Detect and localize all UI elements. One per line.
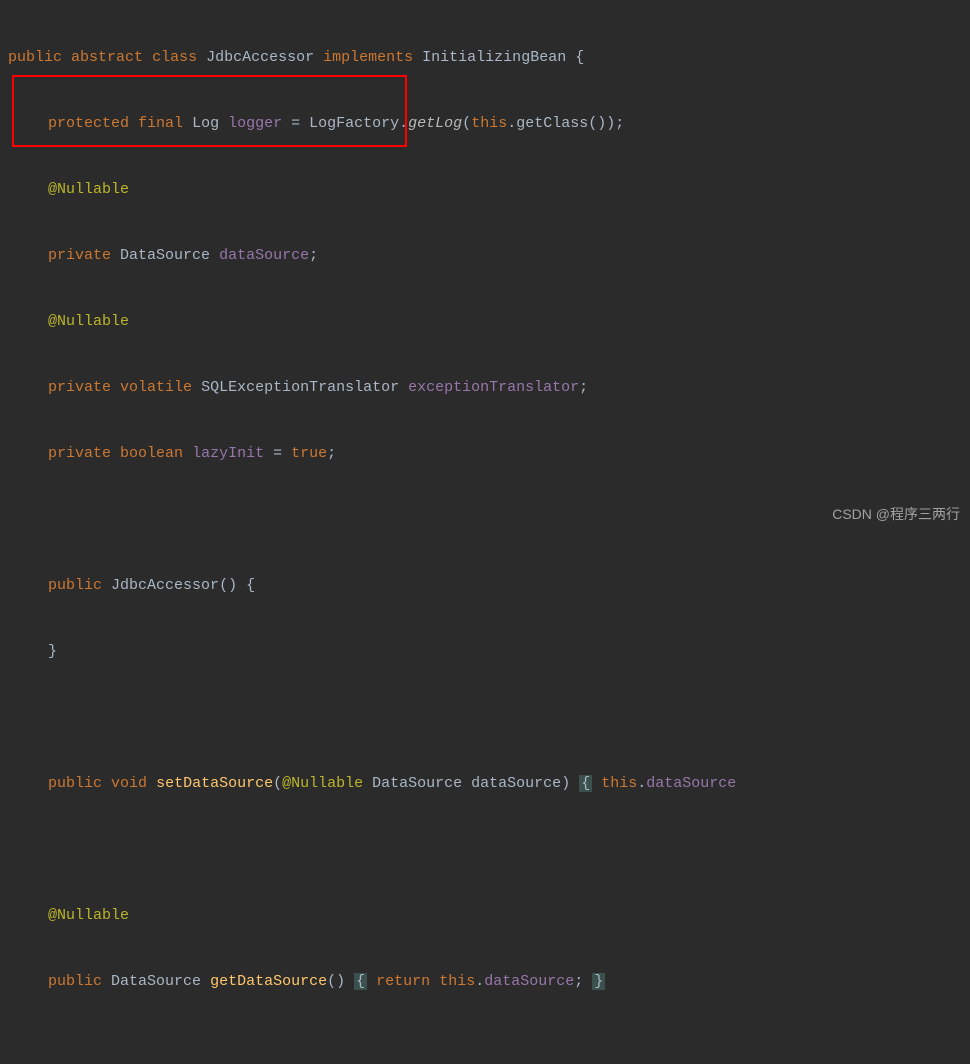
- parens: (): [327, 973, 345, 990]
- keyword-private: private: [48, 247, 111, 264]
- field-datasource: dataSource: [646, 775, 736, 792]
- paren: (: [462, 115, 471, 132]
- brace-highlighted: {: [354, 973, 367, 990]
- type-datasource: DataSource: [120, 247, 210, 264]
- method-getdatasource: getDataSource: [210, 973, 327, 990]
- code-line: protected final Log logger = LogFactory.…: [0, 107, 970, 140]
- keyword-class: class: [152, 49, 197, 66]
- type-log: Log: [192, 115, 219, 132]
- method-getclass: getClass: [516, 115, 588, 132]
- keyword-this: this: [601, 775, 637, 792]
- keyword-this: this: [439, 973, 475, 990]
- keyword-private: private: [48, 379, 111, 396]
- paren: ): [561, 775, 570, 792]
- annotation-nullable: @Nullable: [282, 775, 363, 792]
- semi: ;: [309, 247, 318, 264]
- annotation-nullable: @Nullable: [48, 907, 129, 924]
- semi: ;: [574, 973, 583, 990]
- equals: =: [282, 115, 309, 132]
- interface-name: InitializingBean: [422, 49, 566, 66]
- logfactory: LogFactory: [309, 115, 399, 132]
- dot: .: [475, 973, 484, 990]
- keyword-public: public: [8, 49, 62, 66]
- code-line: }: [0, 635, 970, 668]
- brace-highlighted: {: [579, 775, 592, 792]
- keyword-boolean: boolean: [120, 445, 183, 462]
- keyword-volatile: volatile: [120, 379, 192, 396]
- code-line: public void setDataSource(@Nullable Data…: [0, 767, 970, 800]
- semi: ;: [327, 445, 336, 462]
- field-datasource: dataSource: [219, 247, 309, 264]
- keyword-protected: protected: [48, 115, 129, 132]
- dot: .: [507, 115, 516, 132]
- code-line: private DataSource dataSource;: [0, 239, 970, 272]
- code-line: public JdbcAccessor() {: [0, 569, 970, 602]
- parens: (): [219, 577, 237, 594]
- param-datasource: dataSource: [471, 775, 561, 792]
- keyword-true: true: [291, 445, 327, 462]
- type-datasource: DataSource: [111, 973, 201, 990]
- keyword-this: this: [471, 115, 507, 132]
- brace: }: [48, 643, 57, 660]
- semi: ;: [615, 115, 624, 132]
- brace: {: [575, 49, 584, 66]
- watermark-text: CSDN @程序三两行: [832, 499, 960, 530]
- class-name: JdbcAccessor: [206, 49, 314, 66]
- dot: .: [637, 775, 646, 792]
- field-exceptiontranslator: exceptionTranslator: [408, 379, 579, 396]
- parens: ()): [588, 115, 615, 132]
- keyword-void: void: [111, 775, 147, 792]
- field-logger: logger: [228, 115, 282, 132]
- code-line: public DataSource getDataSource() { retu…: [0, 965, 970, 998]
- code-line-blank: [0, 503, 970, 536]
- equals: =: [264, 445, 291, 462]
- method-getlog: getLog: [408, 115, 462, 132]
- code-line-blank: [0, 833, 970, 866]
- keyword-private: private: [48, 445, 111, 462]
- annotation-nullable: @Nullable: [48, 181, 129, 198]
- keyword-public: public: [48, 973, 102, 990]
- annotation-nullable: @Nullable: [48, 313, 129, 330]
- code-line: @Nullable: [0, 305, 970, 338]
- keyword-return: return: [376, 973, 430, 990]
- code-line: private boolean lazyInit = true;: [0, 437, 970, 470]
- constructor-name: JdbcAccessor: [111, 577, 219, 594]
- code-line: @Nullable: [0, 173, 970, 206]
- keyword-public: public: [48, 577, 102, 594]
- keyword-final: final: [138, 115, 183, 132]
- field-lazyinit: lazyInit: [192, 445, 264, 462]
- code-line: @Nullable: [0, 899, 970, 932]
- keyword-implements: implements: [323, 49, 413, 66]
- brace: {: [246, 577, 255, 594]
- paren: (: [273, 775, 282, 792]
- code-line: public abstract class JdbcAccessor imple…: [0, 41, 970, 74]
- dot: .: [399, 115, 408, 132]
- brace-highlighted: }: [592, 973, 605, 990]
- type-datasource: DataSource: [372, 775, 462, 792]
- semi: ;: [579, 379, 588, 396]
- code-editor: public abstract class JdbcAccessor imple…: [0, 8, 970, 1064]
- keyword-public: public: [48, 775, 102, 792]
- keyword-abstract: abstract: [71, 49, 143, 66]
- code-line: private volatile SQLExceptionTranslator …: [0, 371, 970, 404]
- code-line-blank: [0, 701, 970, 734]
- method-setdatasource: setDataSource: [156, 775, 273, 792]
- field-datasource: dataSource: [484, 973, 574, 990]
- type-sqltranslator: SQLExceptionTranslator: [201, 379, 399, 396]
